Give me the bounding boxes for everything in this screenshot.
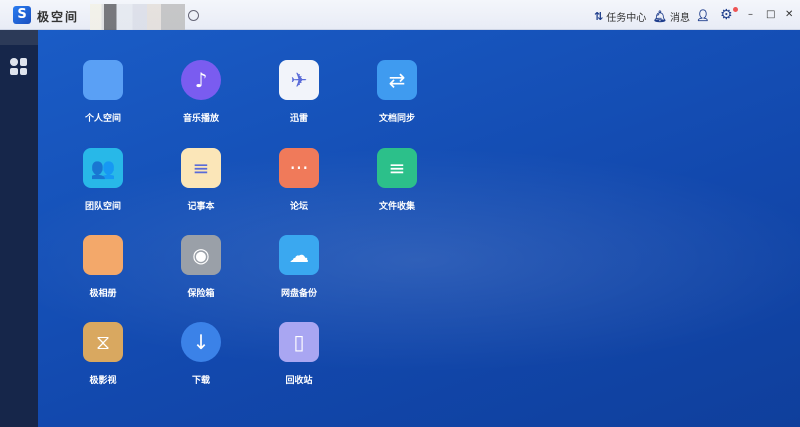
- app-team-folder[interactable]: 👥 团队空间: [58, 148, 148, 212]
- maximize-button[interactable]: □: [766, 9, 775, 20]
- app-download-globe[interactable]: ↓ 下载: [156, 322, 246, 386]
- thunder-bird-icon: ✈: [279, 60, 319, 100]
- sidebar: [0, 30, 38, 427]
- app-label: 保险箱: [187, 289, 215, 299]
- app-label: 下载: [191, 376, 210, 386]
- globe-icon[interactable]: [188, 10, 199, 21]
- app-cloud-backup[interactable]: ☁ 网盘备份: [254, 235, 344, 299]
- gear-icon: ⚙: [720, 7, 733, 23]
- download-globe-icon: ↓: [181, 322, 221, 362]
- blurred-username: [90, 4, 185, 30]
- user-icon: 👤︎: [696, 9, 710, 22]
- app-label: 个人空间: [84, 114, 121, 124]
- doc-sync-icon: ⇄: [377, 60, 417, 100]
- bell-icon: 🔔︎: [653, 10, 667, 23]
- app-trash[interactable]: ▯ 回收站: [254, 322, 344, 386]
- trash-icon: ▯: [279, 322, 319, 362]
- app-video[interactable]: ⧖ 极影视: [58, 322, 148, 386]
- video-icon: ⧖: [83, 322, 123, 362]
- app-label: 音乐播放: [182, 114, 219, 124]
- minimize-button[interactable]: –: [748, 9, 753, 20]
- forum-icon: ···: [279, 148, 319, 188]
- app-file-collect[interactable]: ≡ 文件收集: [352, 148, 442, 212]
- safe-icon: ◉: [181, 235, 221, 275]
- app-label: 极相册: [89, 289, 117, 299]
- app-name: 极空间: [37, 10, 80, 24]
- app-folder[interactable]: 个人空间: [58, 60, 148, 124]
- app-music[interactable]: ♪ 音乐播放: [156, 60, 246, 124]
- file-collect-icon: ≡: [377, 148, 417, 188]
- app-safe[interactable]: ◉ 保险箱: [156, 235, 246, 299]
- app-thunder-bird[interactable]: ✈ 迅雷: [254, 60, 344, 124]
- photo-album-icon: [83, 235, 123, 275]
- task-center-button[interactable]: ⇅ 任务中心: [594, 9, 646, 24]
- notepad-icon: ≡: [181, 148, 221, 188]
- app-label: 记事本: [187, 202, 215, 212]
- app-logo-icon: S: [13, 6, 31, 24]
- transfer-icon: ⇅: [594, 10, 604, 23]
- app-label: 迅雷: [289, 114, 308, 124]
- app-label: 论坛: [289, 202, 308, 212]
- cloud-backup-icon: ☁: [279, 235, 319, 275]
- user-button[interactable]: 👤︎: [696, 9, 710, 22]
- app-label: 网盘备份: [280, 289, 317, 299]
- music-icon: ♪: [181, 60, 221, 100]
- app-label: 文件收集: [378, 202, 415, 212]
- app-doc-sync[interactable]: ⇄ 文档同步: [352, 60, 442, 124]
- app-label: 团队空间: [84, 202, 121, 212]
- desktop: 个人空间 ♪ 音乐播放 ✈ 迅雷 ⇄ 文档同步 👥 团队空间 ≡ 记事本 ··· 论坛 ≡ 文件收集极相册 ◉…: [38, 30, 800, 427]
- folder-icon: [83, 60, 123, 100]
- app-notepad[interactable]: ≡ 记事本: [156, 148, 246, 212]
- title-bar: S 极空间 ⇅ 任务中心 🔔︎ 消息 👤︎ ⚙ – □ ✕: [0, 0, 800, 30]
- app-photo-album[interactable]: 极相册: [58, 235, 148, 299]
- close-button[interactable]: ✕: [785, 9, 793, 20]
- app-label: 文档同步: [378, 114, 415, 124]
- app-label: 极影视: [89, 376, 117, 386]
- app-forum[interactable]: ··· 论坛: [254, 148, 344, 212]
- team-folder-icon: 👥: [83, 148, 123, 188]
- messages-button[interactable]: 🔔︎ 消息: [653, 9, 690, 24]
- settings-button[interactable]: ⚙: [720, 7, 733, 23]
- notification-dot: [733, 7, 738, 12]
- app-label: 回收站: [285, 376, 313, 386]
- apps-grid-icon[interactable]: [10, 58, 27, 75]
